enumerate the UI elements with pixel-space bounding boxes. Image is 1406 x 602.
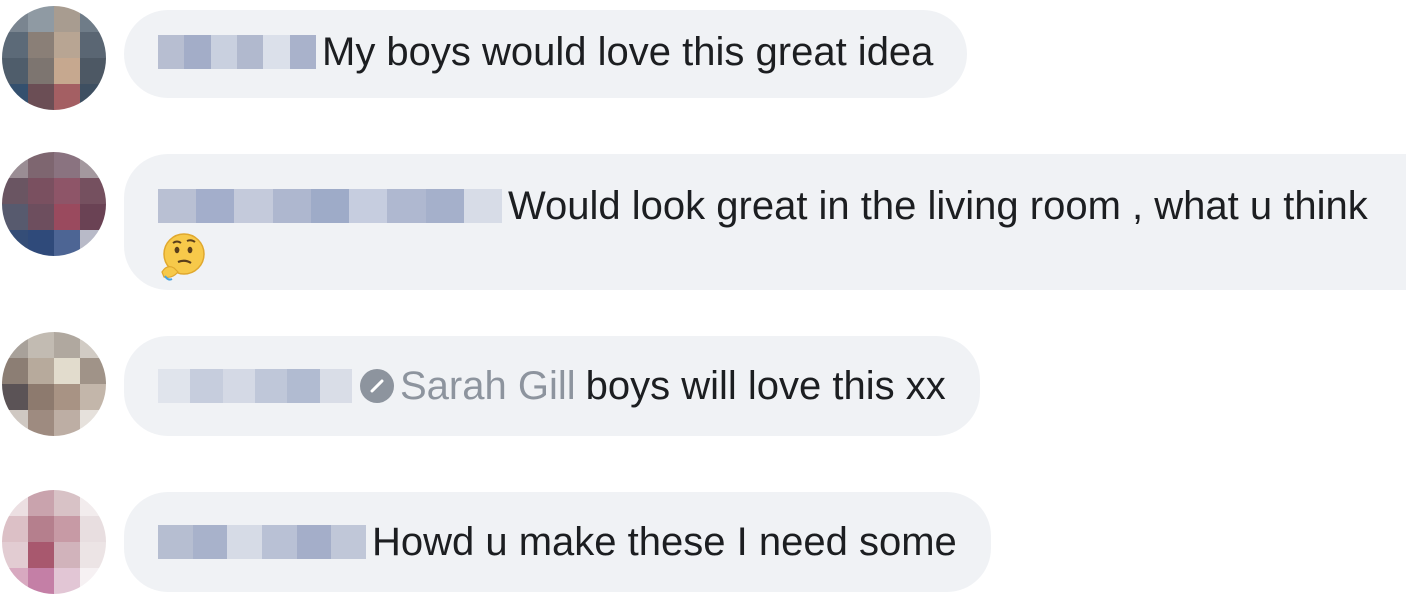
avatar[interactable] bbox=[2, 332, 106, 436]
mention-link[interactable]: Sarah Gill bbox=[400, 362, 576, 410]
author-name-blurred[interactable] bbox=[158, 369, 352, 403]
comment-bubble: Would look great in the living room , wh… bbox=[124, 154, 1406, 290]
comment-bubble: My boys would love this great idea bbox=[124, 10, 968, 98]
author-name-blurred[interactable] bbox=[158, 525, 367, 559]
avatar[interactable] bbox=[2, 152, 106, 256]
author-name-blurred[interactable] bbox=[158, 189, 502, 223]
blocked-icon bbox=[360, 369, 394, 403]
comment-text: Howd u make these I need some bbox=[372, 520, 957, 564]
author-name-blurred[interactable] bbox=[158, 35, 316, 69]
comment-bubble: Sarah Gill boys will love this xx bbox=[124, 336, 980, 436]
comment-text: boys will love this xx bbox=[585, 364, 946, 408]
comment-text: Would look great in the living room , wh… bbox=[508, 184, 1368, 228]
comment-text: My boys would love this great idea bbox=[322, 30, 934, 74]
thinking-face-emoji bbox=[161, 233, 205, 281]
avatar[interactable] bbox=[2, 6, 106, 110]
comment-bubble: Howd u make these I need some bbox=[124, 492, 991, 592]
avatar[interactable] bbox=[2, 490, 106, 594]
